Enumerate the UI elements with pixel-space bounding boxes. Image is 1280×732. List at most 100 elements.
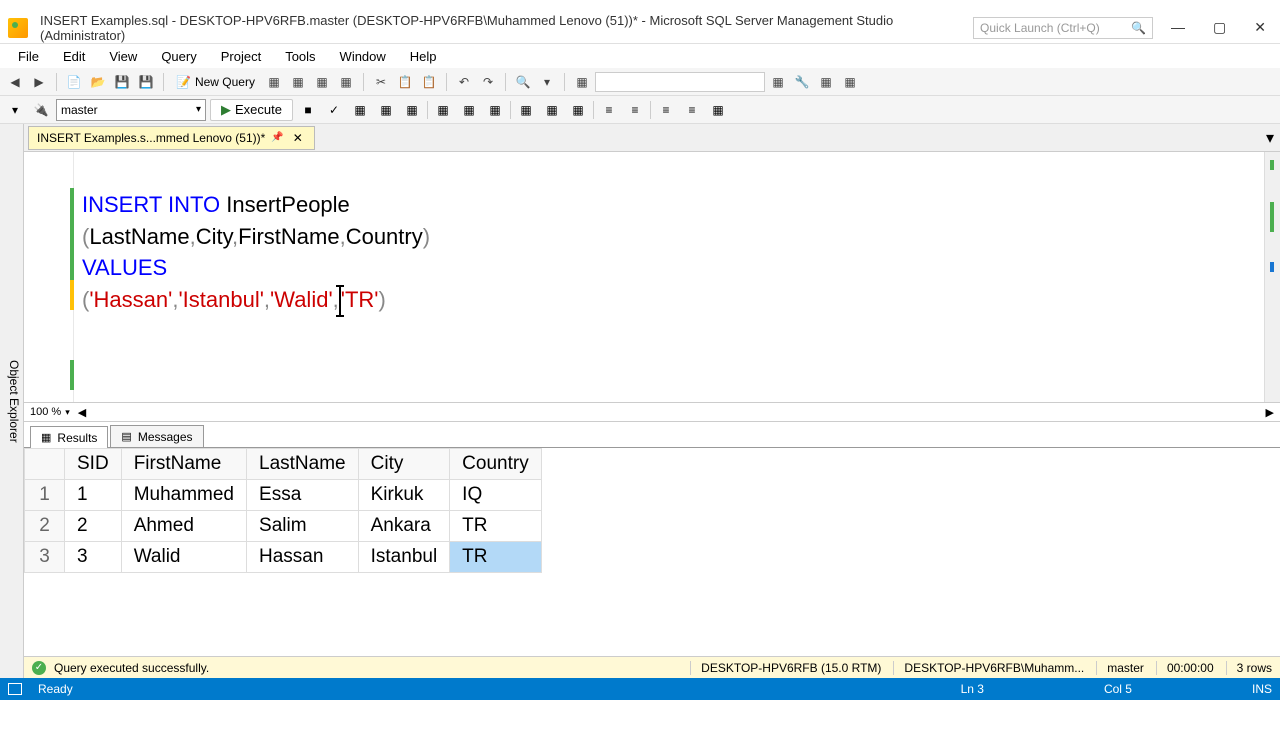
quick-launch-input[interactable]: Quick Launch (Ctrl+Q) 🔍 [973, 17, 1153, 39]
standard-toolbar: ◀ ▶ 📄 📂 💾 💾 📝 New Query ▦ ▦ ▦ ▦ ✂ 📋 📋 ↶ … [0, 68, 1280, 96]
new-icon[interactable]: 📄 [63, 71, 85, 93]
back-icon[interactable]: ◀ [4, 71, 26, 93]
menu-tools[interactable]: Tools [275, 47, 325, 66]
forward-icon[interactable]: ▶ [28, 71, 50, 93]
editor-panel: INSERT Examples.s...mmed Lenovo (51))* 📌… [24, 124, 1280, 678]
scroll-right-icon[interactable]: ▶ [1266, 406, 1274, 419]
col-city[interactable]: City [358, 449, 450, 480]
parse-icon[interactable]: ✓ [323, 99, 345, 121]
grid-icon[interactable]: ▦ [815, 71, 837, 93]
window-title: INSERT Examples.sql - DESKTOP-HPV6RFB.ma… [40, 13, 973, 43]
minimize-button[interactable]: — [1165, 17, 1191, 38]
results-tab-label: Results [57, 431, 97, 445]
toolbar-dropdown[interactable] [595, 72, 765, 92]
scroll-left-icon[interactable]: ◀ [78, 406, 86, 419]
wrench-icon[interactable]: 🔧 [791, 71, 813, 93]
copy-icon[interactable]: 📋 [394, 71, 416, 93]
dropdown-icon[interactable]: ▾ [536, 71, 558, 93]
col-firstname[interactable]: FirstName [121, 449, 246, 480]
new-query-button[interactable]: 📝 New Query [170, 73, 261, 91]
messages-tab[interactable]: ▤ Messages [110, 425, 203, 447]
results-text-icon[interactable]: ▦ [432, 99, 454, 121]
specify2-icon[interactable]: ≡ [681, 99, 703, 121]
col-country[interactable]: Country [450, 449, 542, 480]
status-ready: Ready [38, 682, 73, 696]
zoom-level[interactable]: 100 % [30, 406, 61, 418]
sqlcmd-icon[interactable]: ▦ [707, 99, 729, 121]
db-query2-icon[interactable]: ▦ [287, 71, 309, 93]
db-query3-icon[interactable]: ▦ [311, 71, 333, 93]
document-tab[interactable]: INSERT Examples.s...mmed Lenovo (51))* 📌… [28, 126, 315, 150]
connect-icon[interactable]: ▾ [4, 99, 26, 121]
parse-icon[interactable]: ▦ [571, 71, 593, 93]
db-query4-icon[interactable]: ▦ [335, 71, 357, 93]
save-all-icon[interactable]: 💾 [135, 71, 157, 93]
results-tab[interactable]: ▦ Results [30, 426, 108, 448]
paste-icon[interactable]: 📋 [418, 71, 440, 93]
database-dropdown[interactable]: master ▾ [56, 99, 206, 121]
new-query-label: New Query [195, 75, 255, 89]
status-ins: INS [1252, 682, 1272, 696]
status-db: master [1096, 661, 1144, 675]
execute-label: Execute [235, 102, 282, 117]
col-sid[interactable]: SID [65, 449, 122, 480]
outdent-icon[interactable]: ≡ [598, 99, 620, 121]
object-explorer-tab[interactable]: Object Explorer [0, 124, 24, 678]
plan2-icon[interactable]: ▦ [375, 99, 397, 121]
menu-project[interactable]: Project [211, 47, 271, 66]
comment-icon[interactable]: ▦ [515, 99, 537, 121]
separator [363, 73, 364, 91]
results-grid-icon[interactable]: ▦ [458, 99, 480, 121]
table-row[interactable]: 3 3 Walid Hassan Istanbul TR [25, 542, 542, 573]
selected-cell[interactable]: TR [450, 542, 542, 573]
uncomment-icon[interactable]: ▦ [541, 99, 563, 121]
plan-icon[interactable]: ▦ [349, 99, 371, 121]
open-icon[interactable]: 📂 [87, 71, 109, 93]
tab-dropdown-icon[interactable]: ▾ [1266, 128, 1274, 148]
find-icon[interactable]: 🔍 [512, 71, 534, 93]
results-grid[interactable]: SID FirstName LastName City Country 1 1 … [24, 448, 1280, 656]
editor-scrollbar[interactable] [1264, 152, 1280, 402]
db-query-icon[interactable]: ▦ [263, 71, 285, 93]
zoom-dropdown-icon[interactable]: ▾ [65, 407, 70, 418]
menu-help[interactable]: Help [400, 47, 447, 66]
menu-view[interactable]: View [99, 47, 147, 66]
col-lastname[interactable]: LastName [247, 449, 359, 480]
maximize-button[interactable]: ▢ [1207, 17, 1232, 38]
undo-icon[interactable]: ↶ [453, 71, 475, 93]
separator [650, 101, 651, 119]
save-icon[interactable]: 💾 [111, 71, 133, 93]
code-content[interactable]: INSERT INTO InsertPeople (LastName,City,… [74, 152, 1264, 402]
specify-icon[interactable]: ≡ [655, 99, 677, 121]
col-rownum[interactable] [25, 449, 65, 480]
results-file-icon[interactable]: ▦ [484, 99, 506, 121]
indent2-icon[interactable]: ≡ [624, 99, 646, 121]
main-area: Object Explorer INSERT Examples.s...mmed… [0, 124, 1280, 678]
tab-label: INSERT Examples.s...mmed Lenovo (51))* [37, 131, 265, 145]
separator [564, 73, 565, 91]
activity-icon[interactable]: ▦ [839, 71, 861, 93]
change-conn-icon[interactable]: 🔌 [30, 99, 52, 121]
message-icon: ▤ [121, 430, 131, 443]
table-row[interactable]: 2 2 Ahmed Salim Ankara TR [25, 511, 542, 542]
execute-button[interactable]: ▶ Execute [210, 99, 293, 121]
menu-file[interactable]: File [8, 47, 49, 66]
separator [510, 101, 511, 119]
code-editor[interactable]: INSERT INTO InsertPeople (LastName,City,… [24, 152, 1280, 402]
pin-icon[interactable]: 📌 [271, 132, 283, 143]
table-row[interactable]: 1 1 Muhammed Essa Kirkuk IQ [25, 480, 542, 511]
close-button[interactable]: ✕ [1248, 17, 1272, 38]
plan3-icon[interactable]: ▦ [401, 99, 423, 121]
menu-window[interactable]: Window [330, 47, 396, 66]
indent-icon[interactable]: ▦ [567, 99, 589, 121]
app-icon [8, 18, 28, 38]
tool-icon[interactable]: ▦ [767, 71, 789, 93]
menu-query[interactable]: Query [151, 47, 206, 66]
close-tab-icon[interactable]: ✕ [290, 131, 306, 145]
stop-icon[interactable]: ■ [297, 99, 319, 121]
menu-edit[interactable]: Edit [53, 47, 95, 66]
redo-icon[interactable]: ↷ [477, 71, 499, 93]
cut-icon[interactable]: ✂ [370, 71, 392, 93]
text-cursor [339, 287, 341, 315]
menu-bar: File Edit View Query Project Tools Windo… [0, 44, 1280, 68]
